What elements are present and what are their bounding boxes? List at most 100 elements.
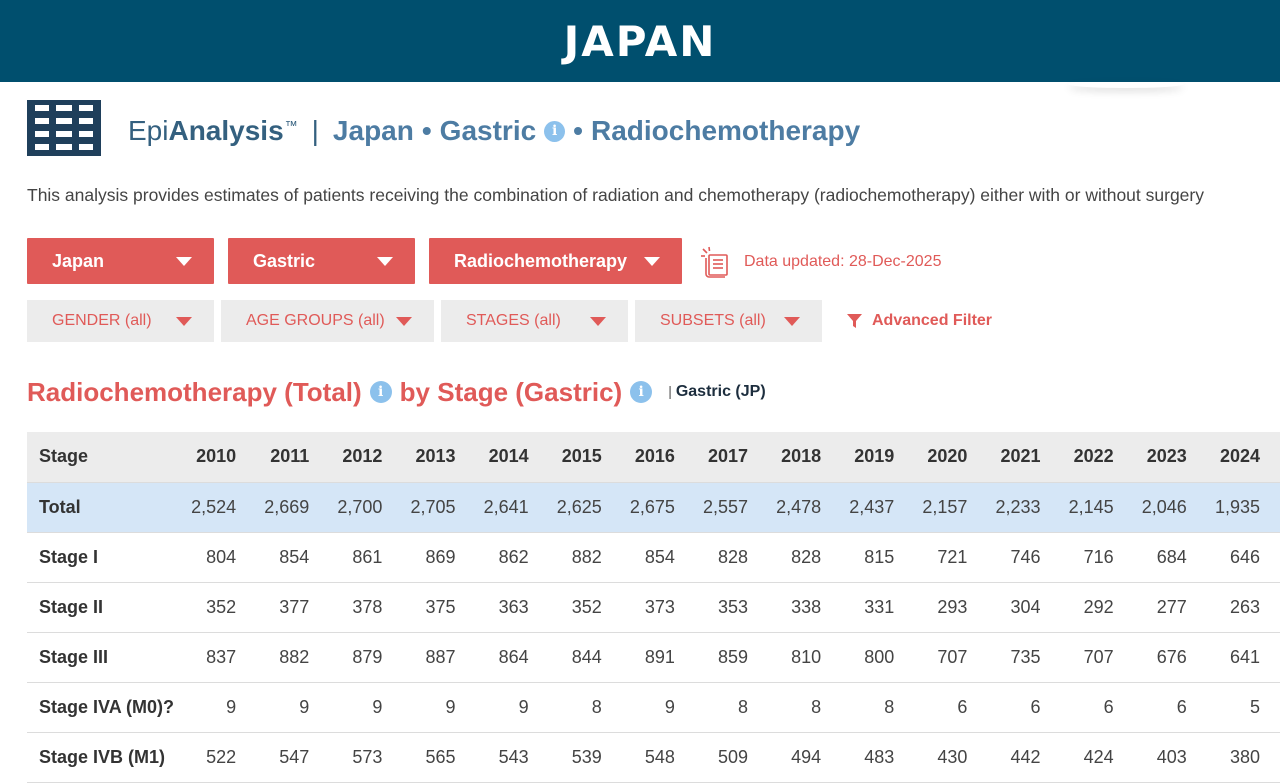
age-groups-filter[interactable]: AGE GROUPS (all) xyxy=(221,300,434,342)
table-cell: 804 xyxy=(183,532,257,583)
table-cell: 263 xyxy=(1206,582,1280,633)
table-cell: 338 xyxy=(768,582,842,633)
table-cell: 735 xyxy=(987,632,1061,683)
row-stage-label: Stage I xyxy=(27,532,183,583)
table-cell: 9 xyxy=(475,682,549,733)
column-header-year[interactable]: 2011 xyxy=(256,432,330,483)
table-cell: 882 xyxy=(256,632,330,683)
section-title-main: Radiochemotherapy (Total) xyxy=(27,376,362,407)
caret-down-icon xyxy=(176,256,192,266)
column-header-year[interactable]: 2017 xyxy=(694,432,768,483)
table-cell: 810 xyxy=(768,632,842,683)
breadcrumb-cancer[interactable]: Gastric xyxy=(440,115,537,147)
table-cell: 882 xyxy=(548,532,622,583)
table-cell: 2,046 xyxy=(1133,482,1207,533)
analysis-description: This analysis provides estimates of pati… xyxy=(27,185,1204,205)
data-updated-text: Data updated: 28-Dec-2025 xyxy=(744,253,942,270)
info-icon[interactable]: i xyxy=(630,381,653,403)
column-header-year[interactable]: 2019 xyxy=(841,432,915,483)
treatment-dropdown[interactable]: Radiochemotherapy xyxy=(429,238,682,284)
info-icon[interactable]: i xyxy=(369,381,392,403)
row-stage-label: Stage III xyxy=(27,632,183,683)
table-cell: 352 xyxy=(183,582,257,633)
column-header-year[interactable]: 2014 xyxy=(475,432,549,483)
table-cell: 2,700 xyxy=(329,482,403,533)
brand-name: EpiAnalysis™ xyxy=(128,115,298,147)
table-header-row: Stage 2010 2011 2012 2013 2014 2015 2016 2017 201… xyxy=(27,432,1280,483)
table-cell: 293 xyxy=(914,582,988,633)
breadcrumb-country[interactable]: Japan xyxy=(333,115,414,147)
table-cell: 1,935 xyxy=(1206,482,1280,533)
table-grid-icon xyxy=(27,100,101,156)
table-cell: 2,478 xyxy=(768,482,842,533)
table-row: Stage III 837 882 879 887 864 844 891 859 810 800 7… xyxy=(27,632,1280,683)
column-header-year[interactable]: 2018 xyxy=(768,432,842,483)
table-cell: 9 xyxy=(256,682,330,733)
table-cell: 854 xyxy=(256,532,330,583)
top-banner: JAPAN xyxy=(0,0,1280,82)
document-updated-icon xyxy=(701,246,728,278)
column-header-year[interactable]: 2023 xyxy=(1133,432,1207,483)
table-cell: 565 xyxy=(402,732,476,783)
gender-filter[interactable]: GENDER (all) xyxy=(27,300,214,342)
page-title: EpiAnalysis™ | Japan • Gastric i • Radio… xyxy=(128,110,860,152)
table-cell: 676 xyxy=(1133,632,1207,683)
advanced-filter-button[interactable]: Advanced Filter xyxy=(846,300,992,342)
column-header-year[interactable]: 2020 xyxy=(914,432,988,483)
table-cell: 539 xyxy=(548,732,622,783)
table-cell: 304 xyxy=(987,582,1061,633)
stages-filter-label: STAGES (all) xyxy=(466,312,561,329)
table-cell: 2,157 xyxy=(914,482,988,533)
stages-filter[interactable]: STAGES (all) xyxy=(441,300,628,342)
table-cell: 8 xyxy=(694,682,768,733)
column-header-year[interactable]: 2010 xyxy=(183,432,257,483)
title-pipe: | xyxy=(311,115,319,146)
table-cell: 844 xyxy=(548,632,622,683)
table-cell: 864 xyxy=(475,632,549,683)
section-title-by-stage: by Stage (Gastric) xyxy=(399,376,623,407)
table-cell: 543 xyxy=(475,732,549,783)
column-header-stage[interactable]: Stage xyxy=(27,432,183,483)
age-groups-filter-label: AGE GROUPS (all) xyxy=(246,312,385,329)
table-cell: 494 xyxy=(768,732,842,783)
table-cell: 684 xyxy=(1133,532,1207,583)
table-cell: 800 xyxy=(841,632,915,683)
banner-title: JAPAN xyxy=(563,16,717,66)
table-cell: 2,625 xyxy=(548,482,622,533)
table-cell: 8 xyxy=(768,682,842,733)
table-row-total: Total 2,524 2,669 2,700 2,705 2,641 2,625 2,675… xyxy=(27,482,1280,533)
country-dropdown[interactable]: Japan xyxy=(27,238,214,284)
subsets-filter[interactable]: SUBSETS (all) xyxy=(635,300,822,342)
shadow-decoration xyxy=(1068,80,1184,88)
column-header-year[interactable]: 2021 xyxy=(987,432,1061,483)
table-cell: 8 xyxy=(548,682,622,733)
column-header-year[interactable]: 2024 xyxy=(1206,432,1280,483)
table-cell: 331 xyxy=(841,582,915,633)
column-header-year[interactable]: 2012 xyxy=(329,432,403,483)
breadcrumb-treatment[interactable]: Radiochemotherapy xyxy=(591,115,860,147)
table-cell: 442 xyxy=(987,732,1061,783)
table-cell: 716 xyxy=(1060,532,1134,583)
table-cell: 815 xyxy=(841,532,915,583)
table-cell: 746 xyxy=(987,532,1061,583)
column-header-year[interactable]: 2016 xyxy=(621,432,695,483)
column-header-year[interactable]: 2015 xyxy=(548,432,622,483)
caret-down-icon xyxy=(644,256,660,266)
table-cell: 6 xyxy=(914,682,988,733)
row-stage-label: Stage II xyxy=(27,582,183,633)
advanced-filter-label: Advanced Filter xyxy=(872,312,993,329)
table-row: Stage II 352 377 378 375 363 352 373 353 338 331 29… xyxy=(27,582,1280,633)
table-cell: 707 xyxy=(1060,632,1134,683)
cancer-dropdown[interactable]: Gastric xyxy=(228,238,415,284)
table-cell: 378 xyxy=(329,582,403,633)
table-cell: 828 xyxy=(694,532,768,583)
table-cell: 828 xyxy=(768,532,842,583)
table-cell: 548 xyxy=(621,732,695,783)
column-header-year[interactable]: 2022 xyxy=(1060,432,1134,483)
column-header-year[interactable]: 2013 xyxy=(402,432,476,483)
breadcrumb-separator: • xyxy=(421,115,432,146)
table-cell: 6 xyxy=(1060,682,1134,733)
table-cell: 9 xyxy=(402,682,476,733)
info-icon[interactable]: i xyxy=(544,120,566,142)
table-cell: 2,669 xyxy=(256,482,330,533)
